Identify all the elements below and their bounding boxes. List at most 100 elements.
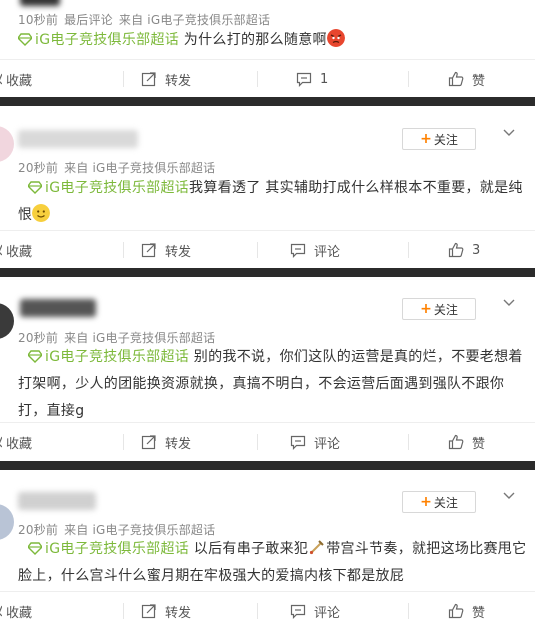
post-text: 别的我不说，你们这队的运营是真的烂，不要老想着 [189,349,523,365]
super-topic-icon [28,350,42,363]
topic-link[interactable]: iG电子竞技俱乐部超话 [45,349,189,365]
post-last-comment: 最后评论 [64,13,113,27]
post-content: iG电子竞技俱乐部超话 别的我不说，你们这队的运营是真的烂，不要老想着 打架啊，… [18,344,528,425]
post-time[interactable]: 10秒前 [18,13,58,27]
comment-label: 评论 [314,244,341,260]
username-blurred[interactable] [20,299,96,317]
comment-icon [290,434,306,450]
post-divider [0,268,535,277]
post-line: iG电子竞技俱乐部超话 别的我不说，你们这队的运营是真的烂，不要老想着 [18,344,528,371]
plus-icon: + [420,301,432,317]
favorite-label: 收藏 [6,436,33,452]
comment-button[interactable]: 1 [296,60,328,98]
thumbs-up-icon [448,242,464,258]
post-line: 打架啊，少人的团能换资源就换，真搞不明白，不会运营后面遇到强队不跟你 [18,376,505,392]
plus-icon: + [420,494,432,510]
action-bar: 收藏 转发 评论 赞 [0,591,535,629]
favorite-label: 收藏 [6,244,33,260]
repost-label: 转发 [165,73,192,89]
post-meta: 20秒前 来自 iG电子竞技俱乐部超话 [18,159,221,176]
username-blurred[interactable] [18,492,96,510]
post-line: iG电子竞技俱乐部超话我算看透了 其实辅助打成什么样根本不重要，就是纯 [18,175,528,202]
like-button[interactable]: 赞 [448,60,485,98]
follow-label: 关注 [433,495,458,510]
avatar[interactable] [0,504,14,540]
thumbs-up-icon [448,71,464,87]
separator [257,434,258,450]
sword-icon [310,540,324,555]
post-card: + 关注 20秒前 来自 iG电子竞技俱乐部超话 iG电子竞技俱乐部超话 以后有串子… [0,470,535,631]
favorite-button[interactable]: 收藏 [0,231,32,269]
separator [408,434,409,450]
topic-link[interactable]: iG电子竞技俱乐部超话 [45,180,189,196]
repost-button[interactable]: 转发 [141,231,191,269]
plus-icon: + [420,131,432,147]
comment-button[interactable]: 评论 [290,592,340,630]
like-button[interactable]: 赞 [448,592,485,630]
action-bar: 收藏 转发 评论 赞 [0,422,535,460]
comment-label: 评论 [314,605,341,621]
post-card: 10秒前 最后评论 来自 iG电子竞技俱乐部超话 iG电子竞技俱乐部超话 为什么打的… [0,0,535,98]
separator [257,242,258,258]
repost-button[interactable]: 转发 [141,60,191,98]
super-topic-icon [18,33,32,46]
post-source[interactable]: 来自 iG电子竞技俱乐部超话 [64,523,215,537]
avatar[interactable] [0,303,14,339]
separator [123,603,124,619]
repost-label: 转发 [165,605,192,621]
follow-button[interactable]: + 关注 [402,491,476,513]
topic-link[interactable]: iG电子竞技俱乐部超话 [35,32,179,48]
separator [408,603,409,619]
super-topic-icon [28,542,42,555]
separator [123,242,124,258]
comment-button[interactable]: 评论 [290,231,340,269]
post-source[interactable]: 来自 iG电子竞技俱乐部超话 [119,13,270,27]
comment-count: 1 [320,71,329,87]
chevron-down-icon[interactable] [501,125,517,141]
repost-button[interactable]: 转发 [141,592,191,630]
follow-button[interactable]: + 关注 [402,298,476,320]
like-label: 赞 [472,73,486,89]
favorite-label: 收藏 [6,605,33,621]
topic-link[interactable]: iG电子竞技俱乐部超话 [45,541,189,557]
like-button[interactable]: 3 [448,231,480,269]
separator [123,434,124,450]
follow-button[interactable]: + 关注 [402,128,476,150]
favorite-button[interactable]: 收藏 [0,423,32,461]
favorite-button[interactable]: 收藏 [0,60,32,98]
favorite-button[interactable]: 收藏 [0,592,32,630]
post-source[interactable]: 来自 iG电子竞技俱乐部超话 [64,331,215,345]
comment-icon [296,71,312,87]
post-time[interactable]: 20秒前 [18,161,58,175]
repost-button[interactable]: 转发 [141,423,191,461]
separator [408,71,409,87]
repost-icon [141,603,157,619]
follow-label: 关注 [433,302,458,317]
username-blurred[interactable] [18,130,138,148]
action-bar: 收藏 转发 1 赞 [0,59,535,97]
angry-face-icon [326,29,345,47]
post-content: iG电子竞技俱乐部超话 为什么打的那么随意啊 [18,27,528,54]
repost-icon [141,71,157,87]
star-icon [0,242,3,258]
repost-label: 转发 [165,244,192,260]
post-text: 带宫斗节奏，就把这场比赛甩它 [326,541,527,557]
post-divider [0,461,535,470]
post-line: iG电子竞技俱乐部超话 以后有串子敢来犯 带宫斗节奏，就把这场比赛甩它 [18,536,528,563]
star-icon [0,603,3,619]
like-button[interactable]: 赞 [448,423,485,461]
chevron-down-icon[interactable] [501,488,517,504]
post-divider [0,97,535,106]
chevron-down-icon[interactable] [501,295,517,311]
post-source[interactable]: 来自 iG电子竞技俱乐部超话 [64,161,215,175]
follow-label: 关注 [433,132,458,147]
post-time[interactable]: 20秒前 [18,331,58,345]
avatar[interactable] [0,126,14,162]
post-time[interactable]: 20秒前 [18,523,58,537]
comment-button[interactable]: 评论 [290,423,340,461]
separator [408,242,409,258]
comment-icon [290,603,306,619]
post-text: 为什么打的那么随意啊 [179,32,327,48]
post-content: iG电子竞技俱乐部超话我算看透了 其实辅助打成什么样根本不重要，就是纯 恨 [18,175,528,229]
username-blurred[interactable] [20,0,60,6]
